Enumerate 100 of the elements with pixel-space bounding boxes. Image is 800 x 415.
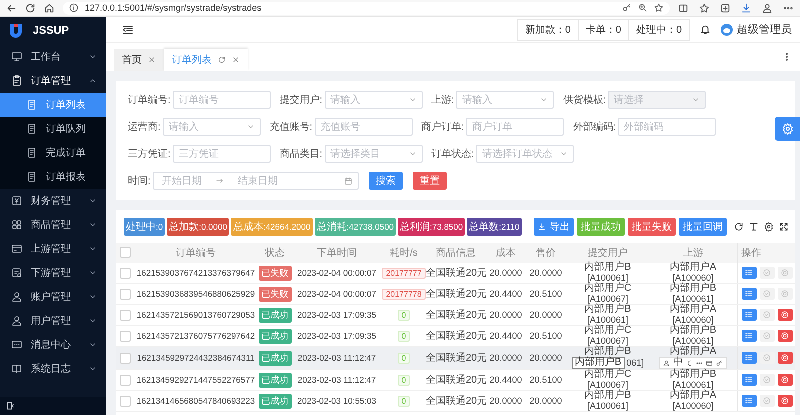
status-tag: 已成功	[258, 328, 292, 344]
menu-item[interactable]: 工作台	[0, 45, 106, 69]
status-tag: 已失败	[258, 286, 292, 302]
stat-counter: 新加款：0	[524, 24, 572, 38]
table-cell: [A100060]	[672, 273, 714, 283]
field-label: 商户订单:	[422, 120, 464, 134]
action-button[interactable]: 批量成功	[577, 218, 625, 236]
submenu-item[interactable]: 订单队列	[0, 117, 106, 141]
tab[interactable]: 首页	[114, 49, 164, 71]
action-button[interactable]: 导出	[534, 218, 574, 236]
summary-tag: 总消耗:42738.0500	[314, 218, 396, 236]
menu-item[interactable]: 上游管理	[0, 237, 106, 261]
submenu-item[interactable]: 订单报表	[0, 165, 106, 189]
select-field[interactable]: 请输入	[324, 91, 423, 109]
summary-tag: 总单数:2110	[467, 218, 522, 236]
menu-item[interactable]: 消息中心	[0, 333, 106, 357]
table-cell: 20.0000	[490, 396, 522, 406]
select-field[interactable]: 请输入	[162, 118, 261, 136]
duration-tag: 0	[398, 330, 410, 342]
column-header: 上游	[683, 248, 704, 259]
table-cell: [A100060]	[672, 401, 714, 411]
table-cell: 20.0000	[490, 353, 522, 363]
action-button[interactable]: 批量回调	[679, 218, 727, 236]
submenu-item[interactable]: 完成订单	[0, 141, 106, 165]
table-cell: 内部用户A	[670, 304, 717, 315]
table-cell: [A100061]	[672, 294, 714, 304]
ime-mode-label[interactable]: 中	[673, 358, 684, 368]
table-cell: [A100061]	[672, 380, 714, 390]
input-field[interactable]: 商户订单	[466, 118, 564, 136]
field-label: 外部编码:	[573, 120, 616, 134]
table-cell: 20.5100	[530, 331, 562, 341]
table-cell: 1621341465680547840693223	[136, 396, 256, 406]
table-cell: 内部用户B	[670, 325, 717, 336]
summary-tag: 总利润:73.8500	[398, 218, 466, 236]
table-cell: 内部用户C	[584, 369, 632, 380]
duration-tag: 20177777	[382, 268, 426, 278]
column-header: 耗时/s	[390, 248, 418, 259]
column-header: 商品信息	[436, 248, 476, 259]
field-label: 运营商:	[128, 120, 161, 134]
status-tag: 已失败	[258, 266, 292, 280]
table-cell: 20.4400	[490, 331, 522, 341]
user-name[interactable]: 超级管理员	[737, 22, 792, 37]
table-cell: 内部用户B	[670, 369, 717, 380]
menu-item[interactable]: 订单管理	[0, 69, 106, 93]
action-button[interactable]: 批量失败	[628, 218, 676, 236]
date-range-field[interactable]: 开始日期 结束日期	[152, 172, 359, 190]
table-cell: 全国联通20元	[426, 353, 488, 364]
table-cell: [A100061]	[587, 315, 629, 325]
table-cell: 全国联通20元	[426, 396, 488, 407]
menu-item[interactable]: 账户管理	[0, 285, 106, 309]
column-header: 操作	[742, 248, 762, 259]
duration-tag: 0	[398, 310, 410, 320]
table-cell: 20.5100	[530, 375, 562, 385]
table-cell: [A100061]	[587, 273, 629, 283]
table-cell: 全国联通20元	[426, 331, 488, 342]
table-cell: 2023-02-03 17:09:35	[298, 310, 376, 320]
input-field[interactable]: 订单编号	[172, 91, 271, 109]
summary-tag: 处理中:0	[124, 218, 166, 236]
status-tag: 已成功	[258, 372, 292, 388]
table-cell: 全国联通20元	[426, 310, 488, 321]
menu-item[interactable]: 商品管理	[0, 213, 106, 237]
table-cell: 1621539037674213376379647	[136, 268, 256, 278]
menu-item[interactable]: 下游管理	[0, 261, 106, 285]
table-cell: 2023-02-03 11:12:47	[298, 353, 376, 363]
field-label: 提交用户:	[280, 94, 323, 107]
action-button[interactable]: 重置	[412, 172, 447, 190]
stat-counter: 卡单：0	[578, 20, 628, 40]
select-field[interactable]: 请选择订单状态	[476, 145, 574, 163]
summary-tag: 总加款:0.0000	[167, 218, 230, 236]
field-label: 时间:	[128, 174, 151, 188]
menu-item[interactable]: 系统日志	[0, 357, 106, 381]
tab[interactable]: 订单列表	[164, 49, 248, 71]
table-cell: 内部用户B	[584, 262, 632, 273]
duration-tag: 20177778	[382, 288, 426, 300]
select-field[interactable]: 请输入	[456, 91, 554, 109]
column-header: 成本	[496, 248, 516, 259]
input-field[interactable]: 外部编码	[618, 118, 716, 136]
table-cell: [A100067]	[587, 380, 629, 390]
field-label: 订单编号:	[128, 94, 171, 107]
submenu-item[interactable]: 订单列表	[0, 93, 106, 117]
address-bar[interactable]: 127.0.0.1:5001/#/sysmgr/systrade/systrades	[63, 2, 670, 14]
stat-counter: 处理中：0	[628, 20, 689, 40]
table-cell: 内部用户B	[584, 390, 632, 401]
table-cell: 内部用户C	[584, 283, 632, 294]
column-header: 下单时间	[317, 248, 357, 259]
table-cell: 内部用户A	[670, 262, 717, 273]
action-button[interactable]: 搜索	[368, 172, 403, 190]
table-cell: 内部用户B	[584, 346, 632, 357]
table-cell: 2023-02-04 00:00:07	[298, 289, 376, 299]
table-cell: 20.0000	[530, 268, 562, 278]
table-cell: 20.4400	[490, 375, 522, 385]
table-cell: 内部用户B	[670, 283, 717, 294]
table-cell: 20.0000	[490, 268, 522, 278]
select-field[interactable]: 请选择类目	[324, 145, 423, 163]
menu-item[interactable]: 用户管理	[0, 309, 106, 333]
field-label: 三方凭证:	[128, 148, 171, 161]
input-field[interactable]: 充值账号	[314, 118, 413, 136]
table-cell: 1621345929724432384674311	[137, 353, 255, 363]
menu-item[interactable]: 财务管理	[0, 189, 106, 213]
input-field[interactable]: 三方凭证	[172, 145, 271, 163]
